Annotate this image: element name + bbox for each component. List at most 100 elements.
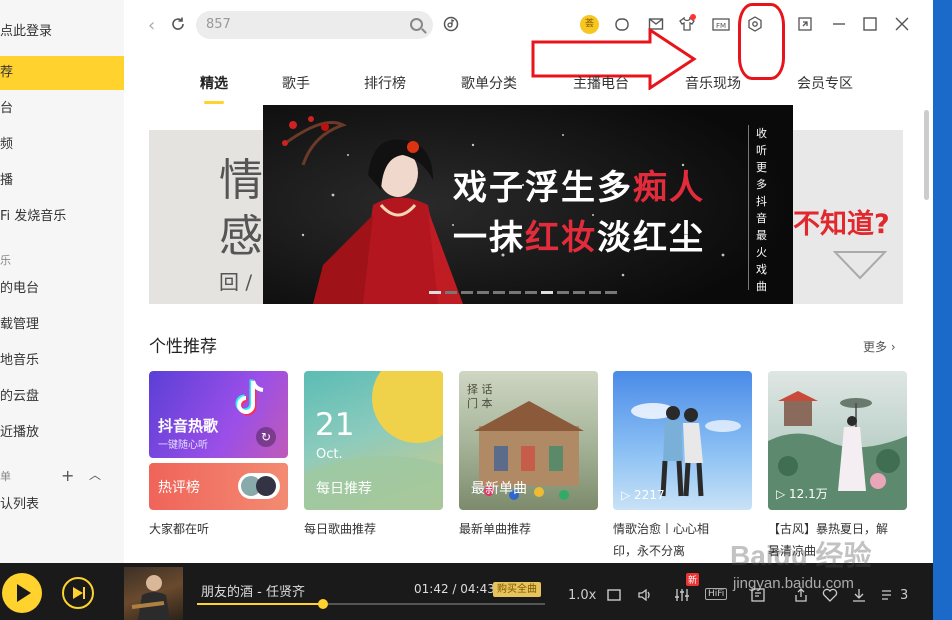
refresh-icon[interactable]: ↻ — [256, 427, 276, 447]
banner-prev-peek[interactable]: 情 感 回 / — [149, 130, 263, 304]
banner-dot[interactable] — [525, 291, 537, 294]
banner-dot[interactable] — [589, 291, 601, 294]
search-icon[interactable] — [410, 18, 423, 31]
collapse-playlists-button[interactable]: ︿ — [89, 466, 101, 483]
playlist-count: 3 — [900, 588, 909, 603]
banner-dot[interactable] — [605, 291, 617, 294]
song-title[interactable]: 朋友的酒 - 任贤齐 — [201, 581, 305, 600]
banner-title-line-2-highlight: 红妆 — [525, 218, 597, 258]
hot-comments-tile[interactable]: 热评榜 — [149, 463, 288, 510]
next-button[interactable] — [62, 577, 94, 609]
banner-dot[interactable] — [429, 291, 441, 294]
tab-singers[interactable]: 歌手 — [282, 73, 310, 93]
play-count: ▷ 12.1万 — [776, 487, 828, 501]
refresh-icon[interactable] — [170, 16, 186, 32]
maximize-icon[interactable] — [862, 16, 878, 32]
card-caption[interactable]: 每日歌曲推荐 — [304, 518, 443, 540]
tab-playlist-categories[interactable]: 歌单分类 — [461, 73, 517, 93]
progress-bar[interactable] — [197, 599, 545, 609]
sidebar: 点此登录 荐 台 频 播 Fi 发烧音乐 乐 的电台 载管理 地音乐 的云盘 近… — [0, 0, 124, 563]
douyin-hot-tile[interactable]: 抖音热歌 一键随心听 ↻ — [149, 371, 288, 458]
scrollbar-thumb[interactable] — [924, 110, 929, 200]
card-ancient-style[interactable]: ▷ 12.1万 — [768, 371, 907, 510]
banner-prev-text-3: 回 / — [219, 270, 253, 294]
sidebar-item-recent[interactable]: 近播放 — [0, 416, 124, 450]
tab-charts[interactable]: 排行榜 — [364, 73, 406, 93]
login-link[interactable]: 点此登录 — [0, 20, 52, 39]
banner-vertical-text: 收听更多抖音最火戏曲 — [756, 127, 767, 293]
banner-title-line-1-text: 戏子浮生多 — [453, 168, 633, 208]
search-input-value: 857 — [206, 17, 231, 32]
card-daily-recommend[interactable]: 21 Oct. 每日推荐 — [304, 371, 443, 510]
banner-dot[interactable] — [461, 291, 473, 294]
avatar — [238, 473, 280, 499]
close-icon[interactable] — [894, 16, 910, 32]
tab-live-music[interactable]: 音乐现场 — [685, 73, 741, 93]
album-cover-art — [131, 575, 170, 620]
section-title: 个性推荐 — [149, 337, 217, 357]
add-playlist-button[interactable]: + — [61, 466, 74, 485]
card-caption[interactable]: 情歌治愈丨心心相印，永不分离 — [613, 518, 728, 562]
progress-handle[interactable] — [317, 599, 328, 609]
recognize-icon[interactable] — [443, 16, 459, 32]
banner-dot[interactable] — [445, 291, 457, 294]
banner-dot[interactable] — [541, 291, 553, 294]
banner-title-line-1-highlight: 痴人 — [633, 168, 705, 208]
baidu-watermark: Baidu 经验 — [730, 540, 872, 571]
sidebar-item-hifi[interactable]: Fi 发烧音乐 — [0, 200, 124, 234]
main-banner[interactable]: 戏子浮生多痴人 一抹红妆淡红尘 收听更多抖音最火戏曲 — [263, 105, 793, 304]
douyin-hot-label: 抖音热歌 — [158, 417, 219, 435]
mini-mode-icon[interactable] — [797, 16, 813, 32]
playlist-icon[interactable] — [880, 587, 896, 607]
douyin-logo-icon — [235, 379, 264, 416]
banner-dot[interactable] — [573, 291, 585, 294]
banner-dot[interactable] — [477, 291, 489, 294]
buy-song-button[interactable]: 购买全曲 — [493, 582, 541, 597]
sidebar-item-local-music[interactable]: 地音乐 — [0, 344, 124, 378]
sidebar-item-live[interactable]: 播 — [0, 164, 124, 198]
equalizer-icon[interactable] — [674, 587, 690, 607]
svg-text:择 话: 择 话 — [467, 382, 493, 396]
active-tab-indicator — [204, 101, 224, 104]
fm-icon[interactable]: FM — [712, 16, 730, 32]
tab-featured[interactable]: 精选 — [200, 73, 228, 93]
sidebar-item-downloads[interactable]: 载管理 — [0, 308, 124, 342]
speed-button[interactable]: 1.0x — [568, 588, 596, 603]
card-everyone-listening[interactable]: 抖音热歌 一键随心听 ↻ 热评榜 — [149, 371, 288, 510]
sidebar-item-radio[interactable]: 台 — [0, 92, 124, 126]
banner-title-line-2-text-b: 淡红尘 — [597, 218, 705, 258]
card-new-singles[interactable]: 择 话 门 本 最新单曲 — [459, 371, 598, 510]
tab-vip-zone[interactable]: 会员专区 — [797, 73, 853, 93]
sidebar-caption-playlist: 单 — [0, 470, 11, 483]
play-button[interactable] — [2, 573, 42, 613]
search-input[interactable]: 857 — [196, 11, 433, 39]
card-caption[interactable]: 大家都在听 — [149, 518, 288, 540]
sidebar-item-recommend[interactable]: 荐 — [0, 56, 124, 90]
loop-mode-icon[interactable] — [606, 587, 622, 607]
new-badge: 新 — [686, 573, 700, 586]
sidebar-item-cloud[interactable]: 的云盘 — [0, 380, 124, 414]
baidu-watermark-url: jingyan.baidu.com — [733, 575, 854, 592]
card-love-songs[interactable]: ▷ 2217 — [613, 371, 752, 510]
album-cover[interactable] — [124, 567, 183, 620]
more-link[interactable]: 更多 › — [863, 338, 896, 355]
red-circle-annotation — [738, 3, 785, 80]
sidebar-item-video[interactable]: 频 — [0, 128, 124, 162]
banner-dot[interactable] — [509, 291, 521, 294]
desktop-background — [933, 0, 952, 620]
notification-dot — [690, 14, 696, 20]
banner-prev-text-1: 情 — [219, 155, 263, 206]
sidebar-caption-music: 乐 — [0, 254, 11, 267]
minimize-icon[interactable] — [831, 16, 847, 32]
volume-icon[interactable] — [637, 587, 653, 607]
daily-month: Oct. — [316, 447, 343, 462]
back-icon[interactable]: ‹ — [148, 15, 155, 36]
banner-next-peek[interactable]: 不知道? — [793, 130, 903, 304]
tab-anchor-radio[interactable]: 主播电台 — [573, 73, 629, 93]
sidebar-item-my-radio[interactable]: 的电台 — [0, 272, 124, 306]
hifi-button[interactable]: HiFi — [705, 588, 728, 600]
banner-dot[interactable] — [557, 291, 569, 294]
sidebar-item-default-list[interactable]: 认列表 — [0, 488, 124, 522]
card-caption[interactable]: 最新单曲推荐 — [459, 518, 598, 540]
banner-dot[interactable] — [493, 291, 505, 294]
